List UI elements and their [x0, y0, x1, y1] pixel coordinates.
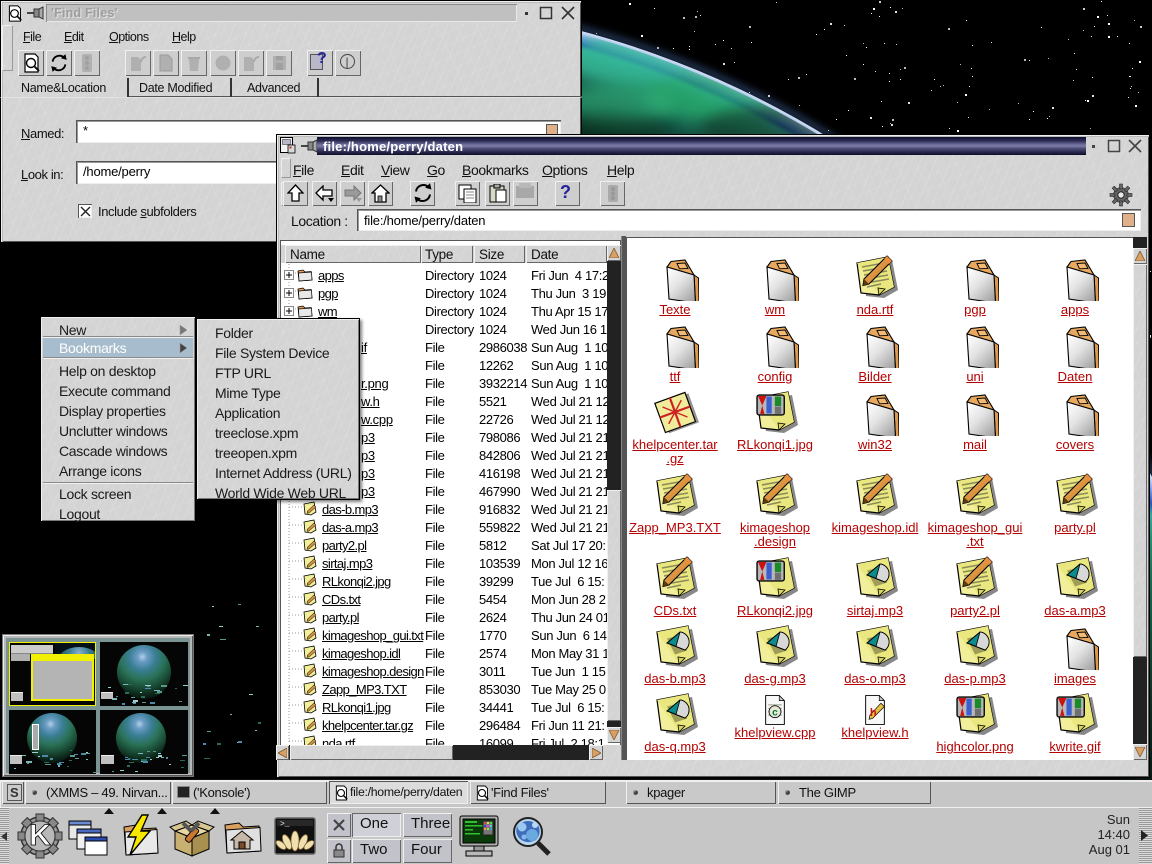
svg-text:K: K [29, 819, 51, 852]
svg-text:>_: >_ [280, 820, 290, 829]
